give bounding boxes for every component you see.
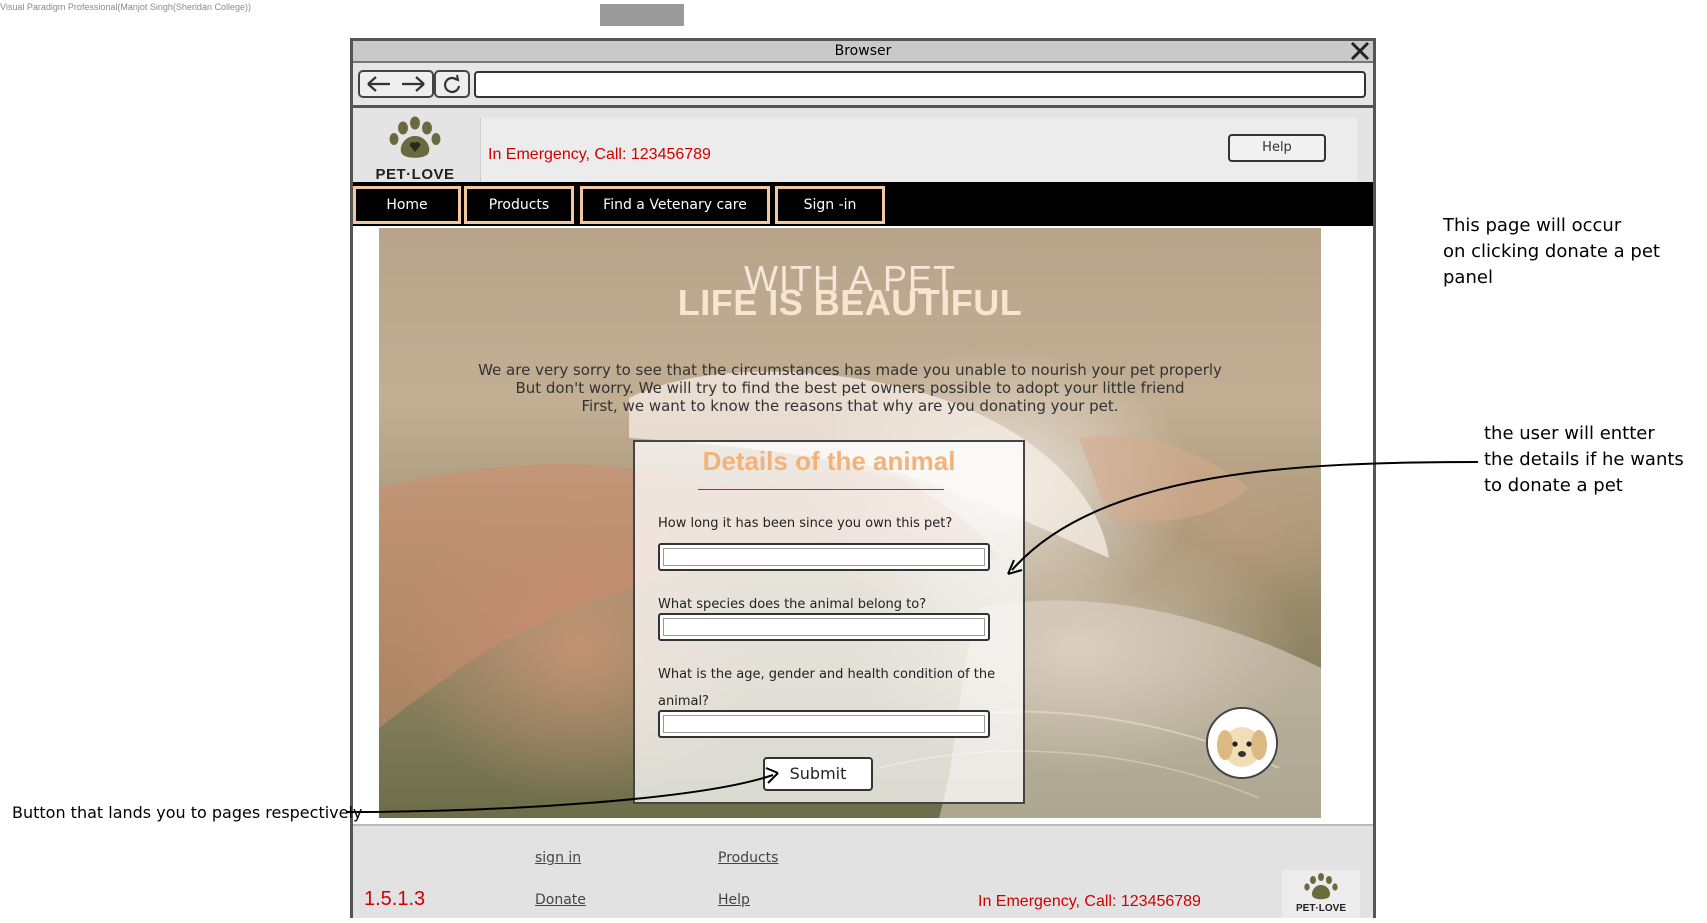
arrow-button-note (346, 774, 774, 813)
arrow-form-note (1011, 461, 1479, 571)
annotation-arrows (346, 461, 1479, 813)
